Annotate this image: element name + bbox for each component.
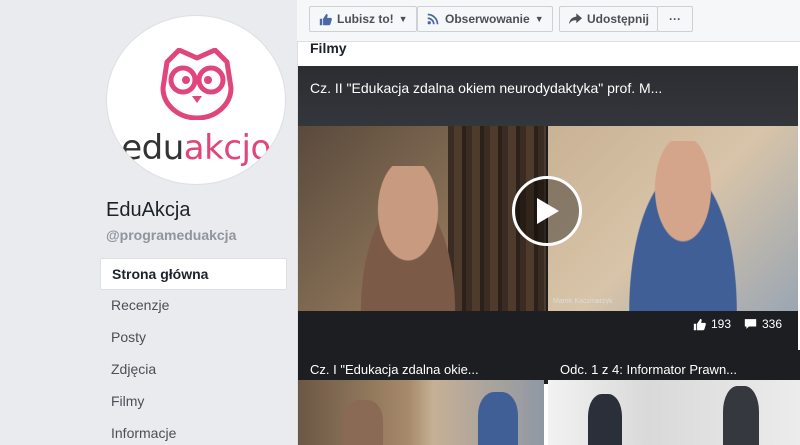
rss-icon bbox=[426, 12, 440, 26]
nav-item-reviews[interactable]: Recenzje bbox=[100, 290, 287, 322]
play-button[interactable] bbox=[512, 176, 582, 246]
thumbnail-title[interactable]: Odc. 1 z 4: Informator Prawn... bbox=[560, 362, 737, 377]
speaker-left bbox=[348, 166, 468, 311]
main-video-player[interactable]: Cz. II "Edukacja zdalna okiem neurodydak… bbox=[298, 66, 798, 384]
video-title[interactable]: Cz. II "Edukacja zdalna okiem neurodydak… bbox=[310, 80, 662, 96]
follow-label: Obserwowanie bbox=[445, 12, 530, 26]
thumbs-up-icon bbox=[693, 318, 706, 330]
follow-button[interactable]: Obserwowanie ▼ bbox=[417, 6, 553, 32]
nav-item-posts[interactable]: Posty bbox=[100, 322, 287, 354]
comments-count[interactable]: 336 bbox=[744, 317, 782, 331]
owl-logo-icon bbox=[160, 48, 234, 120]
page-name[interactable]: EduAkcja bbox=[106, 199, 191, 222]
brand-wordmark: eduakcjo bbox=[107, 128, 285, 168]
section-title: Filmy bbox=[310, 40, 347, 56]
thumbs-up-icon bbox=[318, 12, 332, 26]
likes-count[interactable]: 193 bbox=[693, 317, 731, 331]
side-nav: Strona główna Recenzje Posty Zdjęcia Fil… bbox=[100, 258, 287, 445]
share-label: Udostępnij bbox=[587, 12, 649, 26]
like-button[interactable]: Lubisz to! ▼ bbox=[309, 6, 417, 32]
speaker-caption: Marek Kaczmarzyk bbox=[553, 298, 613, 305]
chevron-down-icon: ▼ bbox=[398, 14, 408, 24]
nav-item-about[interactable]: Informacje bbox=[100, 418, 287, 445]
chevron-down-icon: ▼ bbox=[534, 14, 544, 24]
share-button[interactable]: Udostępnij bbox=[559, 6, 658, 32]
speaker-right bbox=[618, 141, 748, 311]
action-bar: Lubisz to! ▼ Obserwowanie ▼ Udostępnij ·… bbox=[297, 0, 800, 42]
nav-item-photos[interactable]: Zdjęcia bbox=[100, 354, 287, 386]
comment-icon bbox=[744, 319, 757, 329]
page-handle[interactable]: @programeduakcja bbox=[106, 227, 236, 243]
play-icon bbox=[537, 198, 559, 224]
thumbnail-title[interactable]: Cz. I "Edukacja zdalna okie... bbox=[310, 362, 479, 377]
nav-item-videos[interactable]: Filmy bbox=[100, 386, 287, 418]
video-stats-bar: 193 336 bbox=[298, 311, 798, 339]
more-dots-icon: ··· bbox=[669, 12, 681, 26]
nav-item-home[interactable]: Strona główna bbox=[100, 258, 287, 290]
video-thumbnail[interactable]: Odc. 1 z 4: Informator Prawn... bbox=[548, 350, 800, 445]
profile-picture[interactable]: eduakcjo bbox=[106, 15, 286, 185]
brand-suffix: akcjo bbox=[183, 128, 271, 168]
share-arrow-icon bbox=[568, 12, 582, 26]
video-thumbnail[interactable]: Cz. I "Edukacja zdalna okie... bbox=[298, 350, 544, 445]
like-label: Lubisz to! bbox=[337, 12, 394, 26]
videos-panel: Filmy Cz. II "Edukacja zdalna okiem neur… bbox=[297, 40, 800, 445]
brand-prefix: edu bbox=[121, 128, 184, 168]
more-options-button[interactable]: ··· bbox=[657, 6, 693, 32]
